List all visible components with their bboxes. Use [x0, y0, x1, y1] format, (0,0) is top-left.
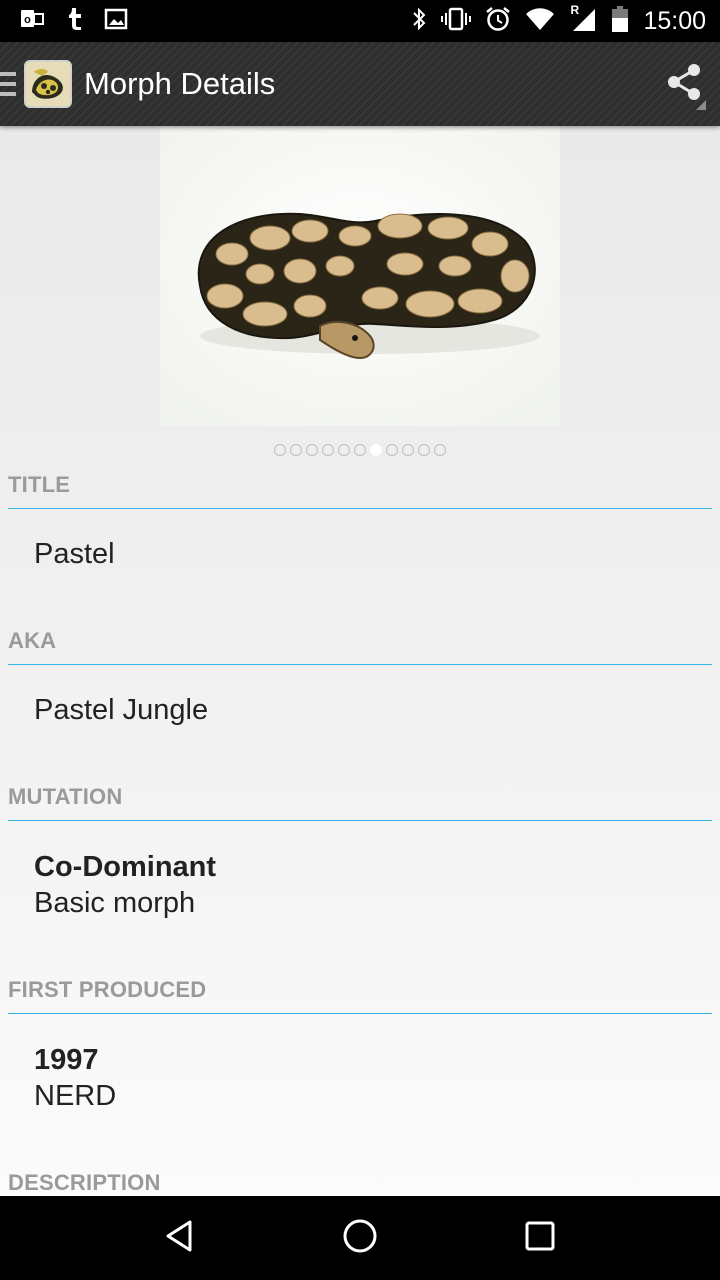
- battery-icon: [611, 5, 629, 38]
- title-section-header: TITLE: [8, 472, 712, 509]
- gallery-icon: [104, 8, 128, 35]
- aka-value: Pastel Jungle: [34, 694, 209, 726]
- notification-icons: o: [20, 7, 128, 36]
- cell-signal-icon: R: [569, 2, 597, 37]
- page-dot[interactable]: [322, 444, 334, 456]
- page-dot[interactable]: [274, 444, 286, 456]
- mutation-category: Basic morph: [34, 887, 196, 919]
- back-button[interactable]: [150, 1208, 210, 1268]
- first-produced-section-header: FIRST PRODUCED: [8, 977, 712, 1014]
- page-dot-active[interactable]: [370, 444, 382, 456]
- page-dot[interactable]: [418, 444, 430, 456]
- mutation-type: Co-Dominant: [34, 851, 217, 883]
- page-dot[interactable]: [402, 444, 414, 456]
- share-button[interactable]: [648, 42, 720, 126]
- aka-section-header: AKA: [8, 628, 712, 665]
- page-title: Morph Details: [84, 66, 276, 101]
- app-logo-icon[interactable]: [24, 60, 72, 108]
- roaming-label: R: [570, 2, 580, 17]
- status-bar: o R 15:00: [0, 0, 720, 42]
- morph-photo[interactable]: [160, 126, 560, 426]
- vibrate-icon: [441, 7, 472, 36]
- page-dot[interactable]: [354, 444, 366, 456]
- tumblr-icon: [66, 7, 82, 36]
- navigation-bar: [0, 1196, 720, 1280]
- screen: o R 15:00 Morph Details TITLE Pastel AKA…: [0, 0, 720, 1280]
- mutation-section-header: MUTATION: [8, 784, 712, 821]
- morph-details-content[interactable]: TITLE Pastel AKA Pastel Jungle MUTATION …: [0, 126, 720, 1196]
- page-dot[interactable]: [386, 444, 398, 456]
- svg-text:o: o: [24, 14, 31, 26]
- first-produced-breeder: NERD: [34, 1080, 117, 1112]
- page-dot[interactable]: [290, 444, 302, 456]
- recents-button[interactable]: [510, 1208, 570, 1268]
- description-section-header: DESCRIPTION: [8, 1170, 712, 1196]
- drawer-menu-icon[interactable]: [0, 42, 18, 126]
- title-value: Pastel: [34, 538, 115, 570]
- wifi-icon: [525, 7, 555, 36]
- first-produced-year: 1997: [34, 1044, 99, 1076]
- status-time: 15:00: [643, 6, 706, 35]
- outlook-icon: o: [20, 8, 44, 35]
- alarm-icon: [485, 6, 511, 37]
- overflow-indicator: [696, 100, 706, 110]
- page-dot[interactable]: [338, 444, 350, 456]
- action-bar: Morph Details: [0, 42, 720, 126]
- home-button[interactable]: [330, 1208, 390, 1268]
- gallery-page-indicator[interactable]: [0, 444, 720, 456]
- page-dot[interactable]: [306, 444, 318, 456]
- recents-icon: [523, 1219, 557, 1258]
- bluetooth-icon: [411, 6, 427, 37]
- system-status: R 15:00: [411, 2, 706, 38]
- back-icon: [162, 1218, 198, 1259]
- page-dot[interactable]: [434, 444, 446, 456]
- home-icon: [341, 1217, 379, 1260]
